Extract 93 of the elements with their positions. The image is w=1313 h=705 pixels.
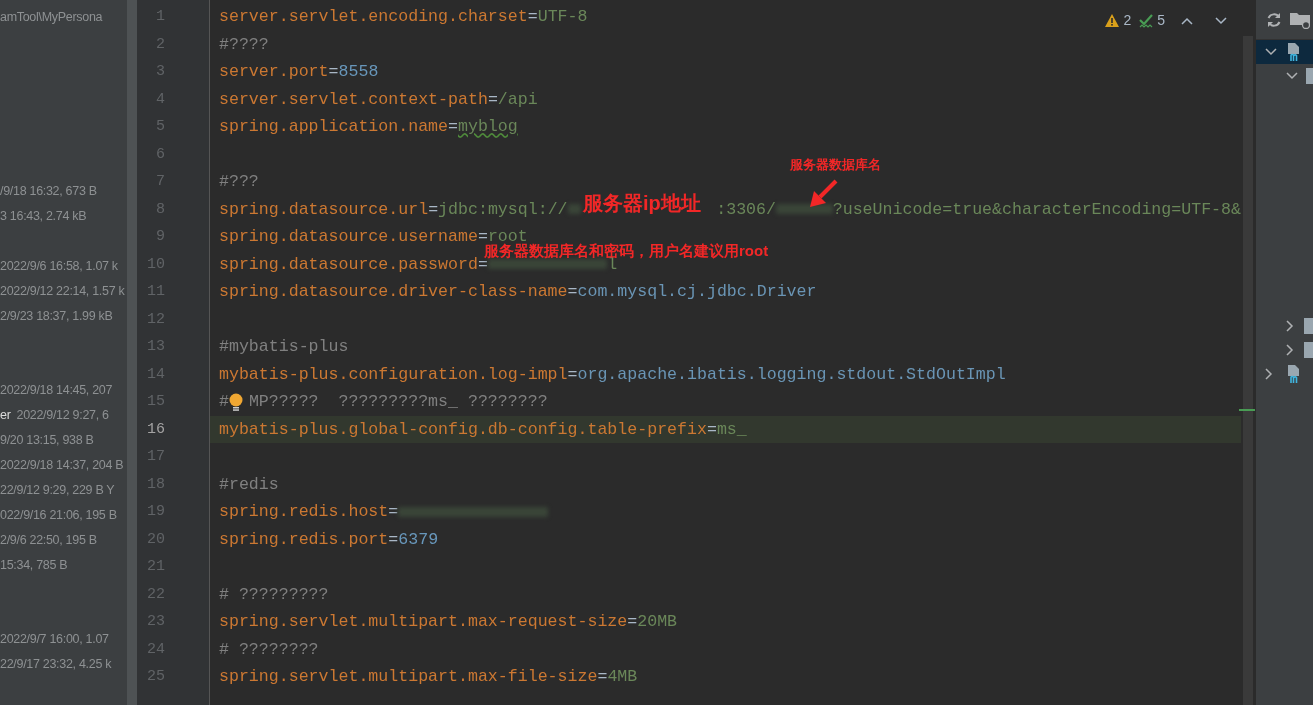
- file-info: 22/9/12 9:29, 229 B Y: [0, 482, 115, 499]
- file-info: 2022/9/18 14:37, 204 B: [0, 457, 124, 475]
- comment: #redis: [219, 477, 279, 491]
- chevron-down-icon[interactable]: [1286, 72, 1298, 80]
- property-value: 4MB: [607, 670, 638, 684]
- property-key: spring.datasource.password: [219, 257, 478, 271]
- lightbulb-icon[interactable]: [228, 392, 243, 411]
- comment: #????: [219, 37, 269, 51]
- property-value: UTF-8: [537, 10, 588, 24]
- warning-icon[interactable]: [1105, 14, 1120, 27]
- folder-icon[interactable]: [1303, 342, 1313, 358]
- property-value: myblog: [458, 120, 518, 134]
- equals-sign: =: [597, 670, 608, 684]
- file-info: 2022/9/7 16:00, 1.07: [0, 631, 109, 649]
- chevron-down-icon[interactable]: [1215, 16, 1227, 25]
- chevron-down-icon[interactable]: [1265, 48, 1277, 56]
- comment: # ????????: [219, 642, 319, 656]
- equals-sign: =: [477, 257, 488, 271]
- annotation-text: 服务器ip地址: [583, 193, 701, 213]
- equals-sign: =: [487, 92, 498, 106]
- property-key: server.servlet.encoding.charset: [219, 10, 528, 24]
- property-value: 20MB: [637, 615, 678, 629]
- line-number: 16: [147, 420, 165, 438]
- property-value: root: [487, 230, 528, 244]
- annotation-text: 服务器数据库名和密码，用户名建议用root: [484, 243, 769, 258]
- file-info: 2022/9/12 22:14, 1.57 k: [0, 282, 125, 300]
- folder-icon[interactable]: [1290, 10, 1310, 29]
- chevron-right-icon[interactable]: [1286, 320, 1296, 332]
- file-info: 3 16:43, 2.74 kB: [0, 208, 87, 226]
- property-value: /api: [497, 92, 538, 106]
- file-info: 2022/9/18 14:45, 207: [0, 382, 113, 400]
- property-key: server.port: [219, 65, 329, 79]
- file-name[interactable]: er: [0, 406, 11, 426]
- property-value: com.mysql.cj.jdbc.Driver: [577, 285, 817, 299]
- property-key: spring.servlet.multipart.max-request-size: [219, 615, 628, 629]
- equals-sign: =: [706, 422, 717, 436]
- chevron-up-icon[interactable]: [1181, 16, 1193, 25]
- equals-sign: =: [477, 230, 488, 244]
- property-value: jdbc:mysql://: [438, 202, 568, 216]
- property-value: 6379: [398, 532, 439, 546]
- scrollbar[interactable]: [1243, 36, 1253, 705]
- property-value: ?useUnicode=true&characterEncoding=UTF-8&: [832, 202, 1241, 216]
- redacted-text: [567, 204, 581, 215]
- property-value: :3306/: [716, 202, 776, 216]
- equals-sign: =: [388, 532, 399, 546]
- equals-sign: =: [527, 10, 538, 24]
- file-info: 2/9/6 22:50, 195 B: [0, 531, 97, 549]
- folder-icon[interactable]: [1303, 318, 1313, 334]
- redacted-text: [775, 204, 833, 215]
- scrollbar[interactable]: [127, 0, 137, 705]
- property-value: 8558: [338, 65, 379, 79]
- property-key: spring.redis.host: [219, 505, 389, 519]
- comment: # ?????????: [219, 587, 329, 601]
- equals-sign: =: [567, 367, 578, 381]
- file-info: amTool\MyPersona: [0, 9, 103, 27]
- equals-sign: =: [567, 285, 578, 299]
- warning-count[interactable]: 2: [1123, 10, 1132, 31]
- typo-count[interactable]: 5: [1157, 10, 1165, 31]
- file-info: 15:34, 785 B: [0, 556, 68, 574]
- property-value: org.apache.ibatis.logging.stdout.StdOutImpl: [577, 367, 1006, 381]
- property-key: spring.datasource.url: [219, 202, 429, 216]
- refresh-icon[interactable]: [1266, 11, 1282, 28]
- property-key: spring.redis.port: [219, 532, 389, 546]
- annotation-text: 服务器数据库名: [790, 158, 881, 171]
- change-marker: [1239, 409, 1255, 411]
- file-info: /9/18 16:32, 673 B: [0, 183, 97, 201]
- property-key: mybatis-plus.configuration.log-impl: [219, 367, 568, 381]
- property-key: spring.servlet.multipart.max-file-size: [219, 670, 598, 684]
- equals-sign: =: [448, 120, 458, 134]
- check-icon[interactable]: [1139, 13, 1154, 28]
- equals-sign: =: [328, 65, 339, 79]
- file-info: 2022/9/6 16:58, 1.07 k: [0, 257, 118, 275]
- comment: MP????? ?????????ms_ ????????: [248, 395, 548, 409]
- equals-sign: =: [627, 615, 638, 629]
- equals-sign: =: [388, 505, 399, 519]
- file-info: 9/20 13:15, 938 B: [0, 432, 94, 450]
- property-key: server.servlet.context-path: [219, 92, 488, 106]
- comment: #: [219, 395, 229, 409]
- file-info: 2/9/23 18:37, 1.99 kB: [0, 307, 113, 325]
- property-key: spring.datasource.driver-class-name: [219, 285, 568, 299]
- property-key: mybatis-plus.global-config.db-config.table-prefix: [219, 422, 707, 436]
- chevron-right-icon[interactable]: [1286, 344, 1296, 356]
- property-value: ms_: [716, 422, 747, 436]
- equals-sign: =: [428, 202, 439, 216]
- property-value: l: [607, 257, 618, 271]
- comment: #???: [219, 175, 259, 189]
- file-info: 2022/9/12 9:27, 6: [16, 407, 109, 425]
- file-info: 022/9/16 21:06, 195 B: [0, 506, 117, 524]
- comment: #mybatis-plus: [219, 340, 349, 354]
- tree-row[interactable]: [1256, 40, 1313, 64]
- property-key: spring.application.name: [219, 120, 449, 134]
- property-key: spring.datasource.username: [219, 230, 478, 244]
- file-info: 22/9/17 23:32, 4.25 k: [0, 656, 112, 674]
